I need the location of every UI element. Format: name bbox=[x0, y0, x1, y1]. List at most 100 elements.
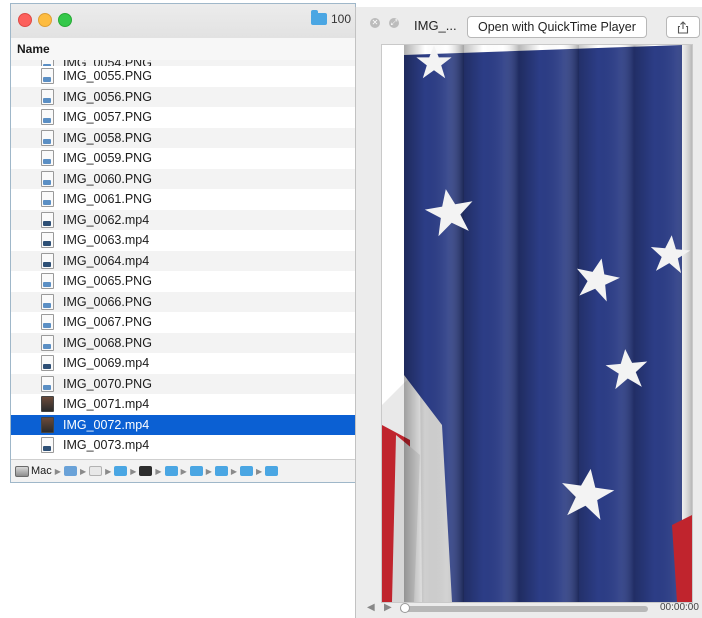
file-name: IMG_0065.PNG bbox=[63, 274, 152, 289]
camera-icon[interactable] bbox=[139, 466, 153, 476]
video-file-icon bbox=[41, 437, 54, 454]
file-row[interactable]: IMG_0055.PNG bbox=[11, 66, 355, 87]
video-file-icon bbox=[41, 211, 54, 228]
video-file-icon bbox=[41, 232, 54, 249]
image-file-icon bbox=[41, 150, 54, 167]
minimize-window-button[interactable] bbox=[38, 13, 52, 27]
user-folder-icon[interactable] bbox=[63, 466, 77, 476]
path-separator-icon: ▶ bbox=[79, 466, 87, 476]
file-row[interactable]: IMG_0061.PNG bbox=[11, 189, 355, 210]
image-file-icon bbox=[41, 170, 54, 187]
path-separator-icon: ▶ bbox=[230, 466, 238, 476]
image-file-icon bbox=[41, 129, 54, 146]
file-name: IMG_0070.PNG bbox=[63, 376, 152, 391]
path-separator-icon: ▶ bbox=[155, 466, 162, 476]
file-row[interactable]: IMG_0068.PNG bbox=[11, 332, 355, 353]
finder-window: 100 Name IMG_0054.PNGIMG_0055.PNGIMG_005… bbox=[10, 3, 356, 483]
file-row[interactable]: IMG_0062.mp4 bbox=[11, 209, 355, 230]
file-name: IMG_0066.PNG bbox=[63, 294, 152, 309]
image-file-icon bbox=[41, 314, 54, 331]
image-file-icon bbox=[41, 88, 54, 105]
file-name: IMG_0072.mp4 bbox=[63, 417, 150, 432]
file-list: IMG_0054.PNG IMG_0055.PNG IMG_0056.PNG IMG_… bbox=[11, 60, 355, 458]
drive-label[interactable]: Mac bbox=[31, 465, 52, 477]
share-button[interactable] bbox=[666, 16, 700, 38]
image-file-icon bbox=[41, 191, 54, 208]
folder-icon[interactable] bbox=[189, 466, 203, 476]
quicklook-toolbar: ✕ ⤢ IMG_... Open with QuickTime Player bbox=[356, 7, 702, 38]
file-name: IMG_0067.PNG bbox=[63, 315, 152, 330]
file-row[interactable]: IMG_0066.PNG bbox=[11, 291, 355, 312]
name-column-header[interactable]: Name bbox=[11, 38, 355, 61]
video-file-icon bbox=[41, 416, 54, 433]
video-preview[interactable] bbox=[381, 44, 693, 603]
file-row[interactable]: IMG_0069.mp4 bbox=[11, 353, 355, 374]
close-icon[interactable]: ✕ bbox=[370, 18, 380, 28]
image-file-icon bbox=[41, 375, 54, 392]
path-separator-icon: ▶ bbox=[205, 466, 212, 476]
hard-drive-icon[interactable] bbox=[15, 465, 29, 477]
scrubber-handle[interactable] bbox=[400, 603, 410, 613]
file-row[interactable]: IMG_0060.PNG bbox=[11, 168, 355, 189]
file-row[interactable]: IMG_0072.mp4 bbox=[11, 414, 355, 435]
file-name: IMG_0073.mp4 bbox=[63, 438, 150, 453]
image-file-icon bbox=[41, 273, 54, 290]
play-icon[interactable]: ▶ bbox=[384, 602, 392, 613]
folder-icon bbox=[311, 10, 327, 25]
file-row[interactable]: IMG_0071.mp4 bbox=[11, 394, 355, 415]
file-name: IMG_0054.PNG bbox=[63, 60, 152, 66]
file-name: IMG_0059.PNG bbox=[63, 151, 152, 166]
folder-icon[interactable] bbox=[214, 466, 228, 476]
file-name: IMG_0061.PNG bbox=[63, 192, 152, 207]
path-bar: Mac ▶ ▶ ▶ ▶ ▶ ▶ ▶ ▶ ▶ bbox=[11, 459, 355, 482]
file-row[interactable]: IMG_0064.mp4 bbox=[11, 250, 355, 271]
folder-icon[interactable] bbox=[164, 466, 178, 476]
volume-icon[interactable]: ◀ bbox=[367, 602, 375, 613]
timecode: 00:00:00 bbox=[660, 602, 699, 613]
fullscreen-icon[interactable]: ⤢ bbox=[389, 18, 399, 28]
video-file-icon bbox=[41, 396, 54, 413]
file-name: IMG_0057.PNG bbox=[63, 110, 152, 125]
folder-icon[interactable] bbox=[114, 466, 128, 476]
quicklook-title: IMG_... bbox=[414, 18, 457, 33]
file-row[interactable]: IMG_0070.PNG bbox=[11, 373, 355, 394]
file-name: IMG_0069.mp4 bbox=[63, 356, 150, 371]
file-row[interactable]: IMG_0056.PNG bbox=[11, 86, 355, 107]
image-file-icon bbox=[41, 334, 54, 351]
folder-icon[interactable] bbox=[240, 466, 254, 476]
close-window-button[interactable] bbox=[18, 13, 32, 27]
file-name: IMG_0055.PNG bbox=[63, 69, 152, 84]
path-separator-icon: ▶ bbox=[54, 466, 61, 476]
file-row[interactable]: IMG_0067.PNG bbox=[11, 312, 355, 333]
file-name: IMG_0060.PNG bbox=[63, 171, 152, 186]
image-file-icon bbox=[41, 109, 54, 126]
playback-controls: ◀ ▶ 00:00:00 bbox=[356, 598, 702, 618]
file-row[interactable]: IMG_0059.PNG bbox=[11, 148, 355, 169]
window-title: 100 bbox=[311, 10, 351, 26]
file-name: IMG_0062.mp4 bbox=[63, 212, 150, 227]
file-name: IMG_0056.PNG bbox=[63, 89, 152, 104]
image-file-icon bbox=[41, 60, 54, 66]
file-row[interactable]: IMG_0057.PNG bbox=[11, 107, 355, 128]
file-row[interactable]: IMG_0063.mp4 bbox=[11, 230, 355, 251]
image-file-icon bbox=[41, 293, 54, 310]
scrubber-track[interactable] bbox=[400, 603, 648, 613]
share-icon bbox=[677, 20, 689, 34]
file-name: IMG_0068.PNG bbox=[63, 335, 152, 350]
video-file-icon bbox=[41, 252, 54, 269]
file-row[interactable]: IMG_0073.mp4 bbox=[11, 435, 355, 456]
path-separator-icon: ▶ bbox=[256, 466, 263, 476]
path-separator-icon: ▶ bbox=[130, 466, 137, 476]
file-name: IMG_0071.mp4 bbox=[63, 397, 150, 412]
file-row[interactable]: IMG_0058.PNG bbox=[11, 127, 355, 148]
video-file-icon bbox=[41, 355, 54, 372]
folder-icon[interactable] bbox=[265, 466, 279, 476]
path-separator-icon: ▶ bbox=[180, 466, 187, 476]
image-file-icon bbox=[41, 68, 54, 85]
home-icon[interactable] bbox=[89, 466, 103, 476]
zoom-window-button[interactable] bbox=[58, 13, 72, 27]
open-with-quicktime-button[interactable]: Open with QuickTime Player bbox=[467, 16, 647, 38]
file-row[interactable]: IMG_0065.PNG bbox=[11, 271, 355, 292]
file-name: IMG_0058.PNG bbox=[63, 130, 152, 145]
file-name: IMG_0063.mp4 bbox=[63, 233, 150, 248]
